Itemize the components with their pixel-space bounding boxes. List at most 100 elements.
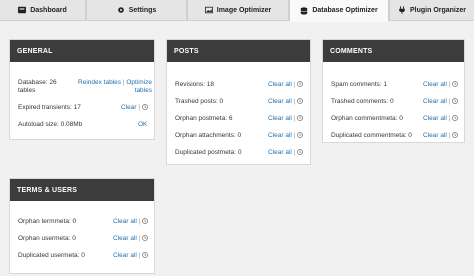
tab-dashboard-label: Dashboard xyxy=(30,6,67,14)
tab-plugin-organizer[interactable]: Plugin Organizer xyxy=(389,0,474,21)
clear-all-link[interactable]: Clear all xyxy=(423,132,447,139)
separator: | xyxy=(448,81,451,88)
clear-all-link[interactable]: Clear all xyxy=(423,81,447,88)
schedule-clock-icon[interactable] xyxy=(297,149,303,155)
duplicated-usermeta-actions: Clear all | xyxy=(113,252,148,259)
orphan-postmeta-label: Orphan postmeta: 6 xyxy=(175,115,233,122)
comments-row: Orphan commentmeta: 0 Clear all | xyxy=(323,112,464,128)
clear-transients-link[interactable]: Clear xyxy=(121,104,137,111)
comments-card-title: COMMENTS xyxy=(323,40,464,62)
tab-image-optimizer-label: Image Optimizer xyxy=(216,6,272,14)
general-card: GENERAL Database: 26 tables Reindex tabl… xyxy=(9,39,155,140)
autoload-status: OK xyxy=(138,121,148,128)
orphan-usermeta-actions: Clear all | xyxy=(113,235,148,242)
reindex-tables-link[interactable]: Reindex tables xyxy=(78,79,121,86)
autoload-size-row: Autoload size: 0.08Mb OK xyxy=(10,118,154,134)
database-icon xyxy=(300,6,308,15)
revisions-actions: Clear all | xyxy=(268,81,303,88)
posts-row: Revisions: 18 Clear all | xyxy=(167,78,310,94)
autoload-size-label: Autoload size: 0.08Mb xyxy=(18,121,83,128)
clear-all-link[interactable]: Clear all xyxy=(113,235,137,242)
clear-all-link[interactable]: Clear all xyxy=(268,132,292,139)
duplicated-postmeta-actions: Clear all | xyxy=(268,149,303,156)
orphan-attachments-label: Orphan attachments: 0 xyxy=(175,132,242,139)
posts-card-title: POSTS xyxy=(167,40,310,62)
tab-settings[interactable]: Settings xyxy=(86,0,187,21)
orphan-usermeta-label: Orphan usermeta: 0 xyxy=(18,235,76,242)
posts-card: POSTS Revisions: 18 Clear all | Trashed … xyxy=(166,39,311,165)
schedule-clock-icon[interactable] xyxy=(297,115,303,121)
terms-row: Duplicated usermeta: 0 Clear all | xyxy=(10,249,154,265)
separator: | xyxy=(293,132,296,139)
expired-transients-label: Expired transients: 17 xyxy=(18,104,81,111)
schedule-clock-icon[interactable] xyxy=(297,98,303,104)
separator: | xyxy=(448,115,451,122)
tab-database-optimizer-label: Database Optimizer xyxy=(312,7,378,14)
tab-plugin-organizer-label: Plugin Organizer xyxy=(409,6,466,14)
clear-all-link[interactable]: Clear all xyxy=(268,149,292,156)
trashed-comments-label: Trashed comments: 0 xyxy=(331,98,394,105)
schedule-clock-icon[interactable] xyxy=(452,132,458,138)
separator: | xyxy=(293,149,296,156)
posts-row: Orphan attachments: 0 Clear all | xyxy=(167,129,310,145)
tab-database-optimizer[interactable]: Database Optimizer xyxy=(289,0,389,22)
terms-row: Orphan termmeta: 0 Clear all | xyxy=(10,215,154,231)
expired-transients-row: Expired transients: 17 Clear | xyxy=(10,101,154,117)
tab-dashboard[interactable]: Dashboard xyxy=(0,0,86,21)
clear-all-link[interactable]: Clear all xyxy=(423,98,447,105)
clear-all-link[interactable]: Clear all xyxy=(268,98,292,105)
orphan-commentmeta-label: Orphan commentmeta: 0 xyxy=(331,115,403,122)
separator: | xyxy=(122,79,125,86)
comments-card: COMMENTS Spam comments: 1 Clear all | Tr… xyxy=(322,39,465,143)
clear-all-link[interactable]: Clear all xyxy=(113,218,137,225)
expired-transients-actions: Clear | xyxy=(121,104,148,111)
schedule-clock-icon[interactable] xyxy=(142,218,148,224)
duplicated-commentmeta-actions: Clear all | xyxy=(423,132,458,139)
schedule-clock-icon[interactable] xyxy=(452,81,458,87)
database-label: Database: 26 tables xyxy=(18,79,57,94)
schedule-clock-icon[interactable] xyxy=(142,104,148,110)
duplicated-commentmeta-label: Duplicated commentmeta: 0 xyxy=(331,132,412,139)
duplicated-postmeta-label: Duplicated postmeta: 0 xyxy=(175,149,242,156)
trashed-comments-actions: Clear all | xyxy=(423,98,458,105)
gears-icon xyxy=(117,6,125,14)
posts-row: Orphan postmeta: 6 Clear all | xyxy=(167,112,310,128)
orphan-termmeta-label: Orphan termmeta: 0 xyxy=(18,218,77,225)
orphan-commentmeta-actions: Clear all | xyxy=(423,115,458,122)
schedule-clock-icon[interactable] xyxy=(452,115,458,121)
dashboard-icon xyxy=(18,6,27,14)
terms-users-card: TERMS & USERS Orphan termmeta: 0 Clear a… xyxy=(9,178,155,274)
orphan-postmeta-actions: Clear all | xyxy=(268,115,303,122)
separator: | xyxy=(293,98,296,105)
schedule-clock-icon[interactable] xyxy=(297,132,303,138)
terms-row: Orphan usermeta: 0 Clear all | xyxy=(10,232,154,248)
clear-all-link[interactable]: Clear all xyxy=(268,115,292,122)
clear-all-link[interactable]: Clear all xyxy=(268,81,292,88)
image-icon xyxy=(204,6,213,14)
orphan-termmeta-actions: Clear all | xyxy=(113,218,148,225)
tab-settings-label: Settings xyxy=(128,6,157,14)
revisions-label: Revisions: 18 xyxy=(175,81,215,88)
plug-icon xyxy=(398,6,406,14)
clear-all-link[interactable]: Clear all xyxy=(113,252,137,259)
separator: | xyxy=(138,252,141,259)
schedule-clock-icon[interactable] xyxy=(297,81,303,87)
separator: | xyxy=(293,81,296,88)
terms-users-card-title: TERMS & USERS xyxy=(10,179,154,201)
tab-image-optimizer[interactable]: Image Optimizer xyxy=(187,0,289,21)
trashed-posts-actions: Clear all | xyxy=(268,98,303,105)
comments-row: Trashed comments: 0 Clear all | xyxy=(323,95,464,111)
separator: | xyxy=(138,235,141,242)
separator: | xyxy=(293,115,296,122)
spam-comments-label: Spam comments: 1 xyxy=(331,81,387,88)
comments-row: Duplicated commentmeta: 0 Clear all | xyxy=(323,129,464,145)
orphan-attachments-actions: Clear all | xyxy=(268,132,303,139)
optimize-tables-link[interactable]: Optimize tables xyxy=(126,79,152,94)
schedule-clock-icon[interactable] xyxy=(142,252,148,258)
posts-row: Trashed posts: 0 Clear all | xyxy=(167,95,310,111)
comments-row: Spam comments: 1 Clear all | xyxy=(323,78,464,94)
clear-all-link[interactable]: Clear all xyxy=(423,115,447,122)
schedule-clock-icon[interactable] xyxy=(452,98,458,104)
schedule-clock-icon[interactable] xyxy=(142,235,148,241)
duplicated-usermeta-label: Duplicated usermeta: 0 xyxy=(18,252,85,259)
